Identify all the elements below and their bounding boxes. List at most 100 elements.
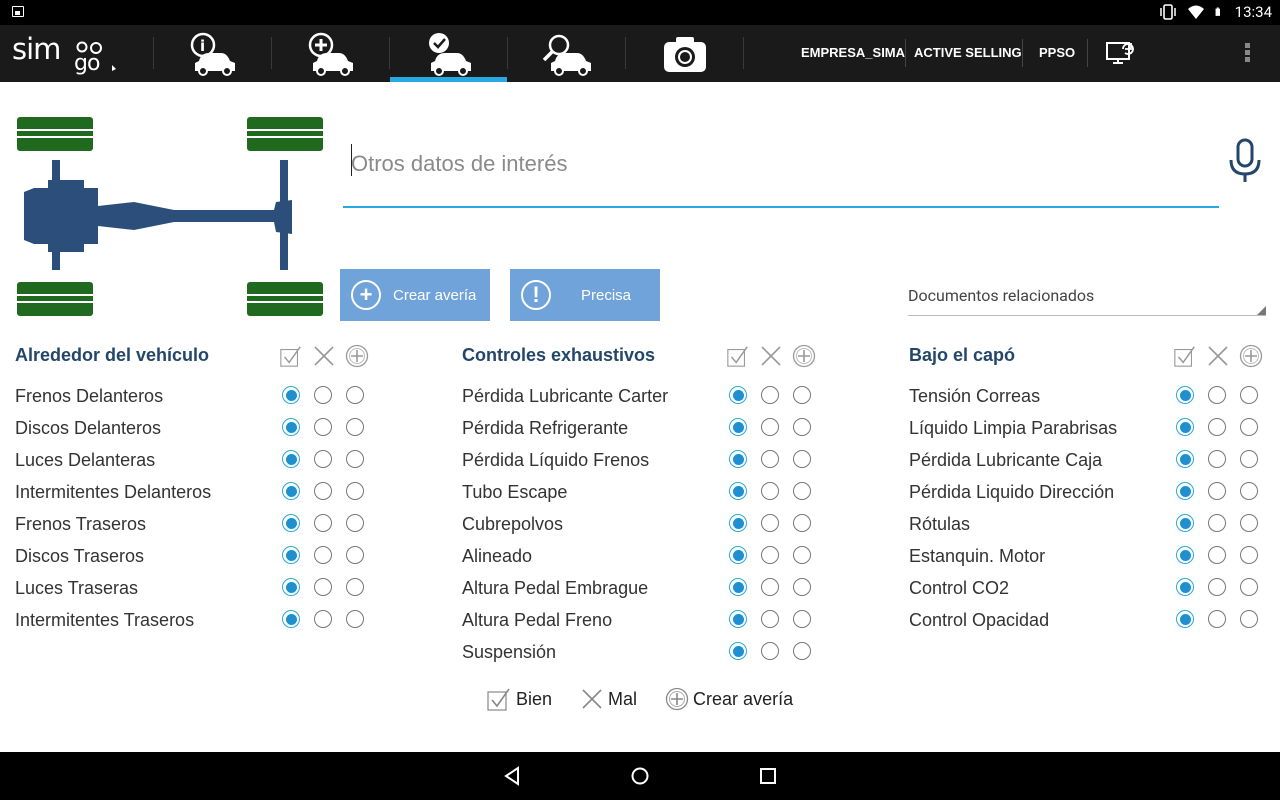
radio-fault[interactable]: [1240, 578, 1258, 596]
radio-fault[interactable]: [1240, 610, 1258, 628]
radio-fault[interactable]: [346, 546, 364, 564]
radio-fault[interactable]: [793, 642, 811, 660]
radio-fault[interactable]: [346, 610, 364, 628]
radio-bad[interactable]: [761, 386, 779, 404]
tab-camera[interactable]: [626, 25, 743, 82]
radio-bad[interactable]: [1208, 450, 1226, 468]
radio-fault[interactable]: [793, 578, 811, 596]
radio-fault[interactable]: [346, 514, 364, 532]
radio-bad[interactable]: [761, 482, 779, 500]
radio-fault[interactable]: [346, 418, 364, 436]
radio-bad[interactable]: [314, 578, 332, 596]
create-fault-button[interactable]: + Crear avería: [340, 269, 490, 321]
menu-ppso[interactable]: PPSO: [1039, 45, 1075, 60]
tab-vehicle-check[interactable]: [390, 25, 507, 82]
radio-fault[interactable]: [1240, 450, 1258, 468]
radio-bad[interactable]: [314, 386, 332, 404]
tab-vehicle-info[interactable]: i: [154, 25, 271, 82]
wheel-rear-right[interactable]: [247, 282, 323, 316]
radio-good[interactable]: [282, 450, 300, 468]
radio-bad[interactable]: [1208, 514, 1226, 532]
microphone-icon[interactable]: [1228, 138, 1262, 186]
radio-good[interactable]: [1176, 514, 1194, 532]
radio-bad[interactable]: [1208, 482, 1226, 500]
create-all-fault-icon[interactable]: [792, 344, 816, 368]
radio-good[interactable]: [729, 578, 747, 596]
radio-good[interactable]: [729, 450, 747, 468]
radio-bad[interactable]: [1208, 610, 1226, 628]
radio-good[interactable]: [729, 546, 747, 564]
radio-bad[interactable]: [314, 482, 332, 500]
tab-vehicle-search[interactable]: [508, 25, 625, 82]
radio-bad[interactable]: [314, 610, 332, 628]
radio-good[interactable]: [282, 514, 300, 532]
radio-good[interactable]: [729, 642, 747, 660]
radio-fault[interactable]: [346, 578, 364, 596]
radio-good[interactable]: [729, 610, 747, 628]
radio-bad[interactable]: [1208, 578, 1226, 596]
radio-good[interactable]: [1176, 482, 1194, 500]
precisa-button[interactable]: ! Precisa: [510, 269, 660, 321]
radio-good[interactable]: [282, 482, 300, 500]
radio-bad[interactable]: [1208, 386, 1226, 404]
radio-fault[interactable]: [793, 386, 811, 404]
radio-fault[interactable]: [1240, 546, 1258, 564]
radio-bad[interactable]: [761, 578, 779, 596]
radio-bad[interactable]: [761, 642, 779, 660]
check-all-icon[interactable]: [1173, 344, 1197, 368]
radio-fault[interactable]: [793, 514, 811, 532]
home-icon[interactable]: [630, 766, 650, 786]
radio-good[interactable]: [729, 418, 747, 436]
radio-bad[interactable]: [1208, 546, 1226, 564]
radio-good[interactable]: [1176, 418, 1194, 436]
wheel-front-right[interactable]: [17, 282, 93, 316]
check-all-icon[interactable]: [726, 344, 750, 368]
related-documents-dropdown[interactable]: Documentos relacionados: [908, 286, 1266, 316]
recents-icon[interactable]: [758, 766, 778, 786]
radio-fault[interactable]: [1240, 482, 1258, 500]
radio-good[interactable]: [1176, 546, 1194, 564]
radio-bad[interactable]: [761, 418, 779, 436]
radio-bad[interactable]: [314, 418, 332, 436]
radio-fault[interactable]: [1240, 418, 1258, 436]
vehicle-chassis-diagram[interactable]: [14, 114, 328, 320]
check-all-icon[interactable]: [279, 344, 303, 368]
radio-fault[interactable]: [1240, 514, 1258, 532]
radio-bad[interactable]: [761, 610, 779, 628]
mark-all-bad-icon[interactable]: [1206, 344, 1230, 368]
radio-good[interactable]: [282, 578, 300, 596]
tab-add-vehicle[interactable]: [272, 25, 389, 82]
radio-fault[interactable]: [793, 610, 811, 628]
radio-bad[interactable]: [314, 514, 332, 532]
radio-fault[interactable]: [793, 546, 811, 564]
radio-good[interactable]: [1176, 610, 1194, 628]
radio-good[interactable]: [282, 546, 300, 564]
radio-bad[interactable]: [1208, 418, 1226, 436]
radio-fault[interactable]: [793, 418, 811, 436]
radio-good[interactable]: [282, 418, 300, 436]
radio-good[interactable]: [1176, 386, 1194, 404]
back-icon[interactable]: [502, 766, 522, 786]
radio-good[interactable]: [1176, 450, 1194, 468]
radio-bad[interactable]: [761, 450, 779, 468]
radio-fault[interactable]: [346, 482, 364, 500]
mark-all-bad-icon[interactable]: [312, 344, 336, 368]
radio-bad[interactable]: [314, 546, 332, 564]
other-data-input[interactable]: [343, 142, 1219, 186]
wheel-front-left[interactable]: [17, 117, 93, 151]
wheel-rear-left[interactable]: [247, 117, 323, 151]
radio-fault[interactable]: [793, 482, 811, 500]
radio-good[interactable]: [729, 386, 747, 404]
radio-fault[interactable]: [346, 450, 364, 468]
radio-fault[interactable]: [1240, 386, 1258, 404]
radio-good[interactable]: [282, 610, 300, 628]
overflow-menu-icon[interactable]: [1243, 41, 1253, 65]
create-all-fault-icon[interactable]: [1239, 344, 1263, 368]
radio-good[interactable]: [729, 514, 747, 532]
radio-bad[interactable]: [761, 514, 779, 532]
create-all-fault-icon[interactable]: [345, 344, 369, 368]
radio-fault[interactable]: [793, 450, 811, 468]
menu-active-selling[interactable]: ACTIVE SELLING: [914, 45, 1022, 60]
radio-bad[interactable]: [761, 546, 779, 564]
menu-empresa[interactable]: EMPRESA_SIMA: [801, 45, 905, 60]
